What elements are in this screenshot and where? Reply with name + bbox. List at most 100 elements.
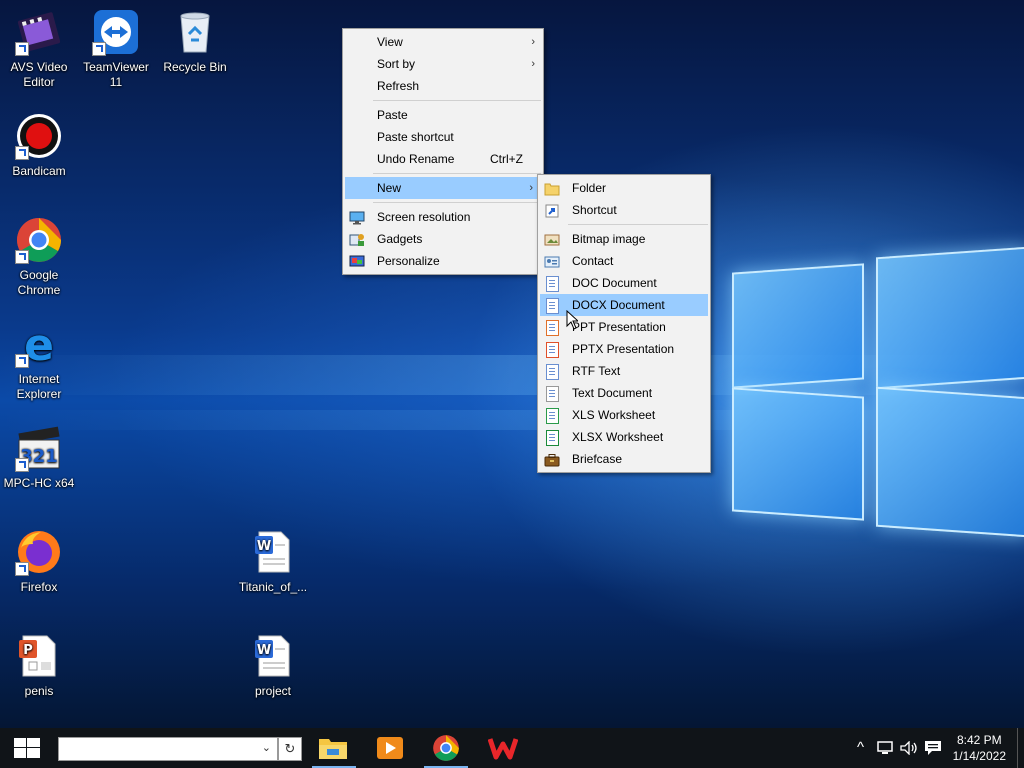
- menu-item-refresh[interactable]: Refresh: [343, 75, 543, 97]
- menu-item-label: Paste: [377, 108, 408, 122]
- film-strip-icon: [15, 8, 63, 56]
- windows-logo-icon: [14, 738, 40, 758]
- menu-item-label: Folder: [572, 181, 607, 195]
- wallpaper-beam: [0, 355, 1024, 395]
- submenu-item-folder[interactable]: Folder: [538, 177, 710, 199]
- menu-item-view[interactable]: View ›: [343, 31, 543, 53]
- wallpaper-logo-pane: [876, 246, 1024, 390]
- shortcut-arrow-icon: [92, 42, 106, 56]
- desktop-icon-label: TeamViewer 11: [83, 60, 149, 89]
- submenu-item-bitmap-image[interactable]: Bitmap image: [538, 228, 710, 250]
- menu-item-personalize[interactable]: Personalize: [343, 250, 543, 272]
- menu-item-new[interactable]: New ›: [345, 177, 541, 199]
- taskbar-google-chrome[interactable]: [420, 728, 472, 768]
- clock-time: 8:42 PM: [956, 733, 1002, 747]
- chrome-icon: [15, 216, 63, 264]
- menu-item-label: Shortcut: [572, 203, 617, 217]
- menu-item-label: Text Document: [572, 386, 653, 400]
- menu-item-label: Paste shortcut: [377, 130, 454, 144]
- menu-separator: [373, 173, 541, 174]
- taskbar-search-input[interactable]: ⌄: [58, 737, 278, 761]
- menu-item-label: Refresh: [377, 79, 420, 93]
- menu-item-gadgets[interactable]: Gadgets: [343, 228, 543, 250]
- desktop-icon-google-chrome[interactable]: Google Chrome: [0, 216, 78, 298]
- menu-item-label: Personalize: [377, 254, 440, 268]
- menu-item-sort-by[interactable]: Sort by ›: [343, 53, 543, 75]
- shortcut-arrow-icon: [15, 42, 29, 56]
- new-submenu: Folder Shortcut Bitmap image Contact DOC…: [537, 174, 711, 473]
- submenu-item-ppt-presentation[interactable]: PPT Presentation: [538, 316, 710, 338]
- wps-office-icon: [488, 738, 518, 760]
- desktop-icon-label: penis: [24, 684, 54, 698]
- pptx-file-icon: [546, 342, 559, 358]
- shortcut-arrow-icon: [15, 458, 29, 472]
- taskbar-clock[interactable]: 8:42 PM 1/14/2022: [953, 732, 1006, 764]
- presentation-file-icon: P: [15, 632, 63, 680]
- submenu-item-contact[interactable]: Contact: [538, 250, 710, 272]
- desktop-icon-label: Internet Explorer: [16, 372, 62, 401]
- desktop-icon-label: project: [254, 684, 292, 698]
- menu-item-paste[interactable]: Paste: [343, 104, 543, 126]
- desktop-icon-titanic[interactable]: W Titanic_of_...: [234, 528, 312, 595]
- desktop-icon-label: MPC-HC x64: [3, 476, 75, 490]
- xls-file-icon: [546, 408, 559, 424]
- submenu-item-xls-worksheet[interactable]: XLS Worksheet: [538, 404, 710, 426]
- submenu-item-briefcase[interactable]: Briefcase: [538, 448, 710, 470]
- desktop-icon-avs-video-editor[interactable]: AVS Video Editor: [0, 8, 78, 90]
- chevron-down-icon[interactable]: ⌄: [262, 741, 271, 754]
- desktop-icon-recycle-bin[interactable]: Recycle Bin: [156, 8, 234, 75]
- taskbar-file-explorer[interactable]: [308, 728, 360, 768]
- desktop-icon-teamviewer[interactable]: TeamViewer 11: [77, 8, 155, 90]
- wallpaper-logo-pane: [732, 387, 864, 521]
- submenu-item-xlsx-worksheet[interactable]: XLSX Worksheet: [538, 426, 710, 448]
- desktop-icon-firefox[interactable]: Firefox: [0, 528, 78, 595]
- notification-icon[interactable]: [924, 740, 942, 756]
- menu-item-undo-rename[interactable]: Undo Rename Ctrl+Z: [343, 148, 543, 170]
- submenu-item-rtf-text[interactable]: RTF Text: [538, 360, 710, 382]
- xlsx-file-icon: [546, 430, 559, 446]
- media-player-classic-icon: 321: [15, 424, 63, 472]
- wallpaper-logo-pane: [732, 263, 864, 389]
- bitmap-image-icon: [544, 232, 560, 246]
- wallpaper-beam: [0, 410, 1024, 430]
- recycle-bin-icon: [171, 8, 219, 56]
- folder-icon: [544, 181, 560, 196]
- network-icon[interactable]: [876, 741, 894, 755]
- submenu-item-doc-document[interactable]: DOC Document: [538, 272, 710, 294]
- search-refresh-button[interactable]: ↻: [278, 737, 302, 761]
- svg-text:W: W: [257, 539, 271, 554]
- text-file-icon: [546, 386, 559, 402]
- briefcase-icon: [544, 452, 560, 467]
- desktop-icon-mpc-hc[interactable]: 321 MPC-HC x64: [0, 424, 78, 491]
- menu-item-paste-shortcut[interactable]: Paste shortcut: [343, 126, 543, 148]
- menu-item-label: Screen resolution: [377, 210, 471, 224]
- show-desktop-button[interactable]: [1017, 728, 1024, 768]
- menu-item-screen-resolution[interactable]: Screen resolution: [343, 206, 543, 228]
- start-button[interactable]: [0, 728, 52, 768]
- rtf-file-icon: [546, 364, 559, 380]
- taskbar-media-player[interactable]: [364, 728, 416, 768]
- desktop-icon-penis[interactable]: P penis: [0, 632, 78, 699]
- chevron-right-icon: ›: [531, 36, 535, 48]
- volume-icon[interactable]: [900, 741, 918, 755]
- desktop-context-menu: View › Sort by › Refresh Paste Paste short…: [342, 28, 544, 275]
- desktop-icon-label: AVS Video Editor: [10, 60, 68, 89]
- submenu-item-shortcut[interactable]: Shortcut: [538, 199, 710, 221]
- menu-item-label: Bitmap image: [572, 232, 646, 246]
- taskbar-wps-office[interactable]: [476, 728, 528, 768]
- chrome-icon: [433, 735, 459, 761]
- submenu-item-pptx-presentation[interactable]: PPTX Presentation: [538, 338, 710, 360]
- desktop-icon-project[interactable]: W project: [234, 632, 312, 699]
- submenu-item-text-document[interactable]: Text Document: [538, 382, 710, 404]
- record-icon: [15, 112, 63, 160]
- desktop-icon-label: Google Chrome: [17, 268, 61, 297]
- internet-explorer-icon: e: [15, 320, 63, 371]
- contact-card-icon: [544, 254, 560, 268]
- desktop[interactable]: AVS Video Editor TeamViewer 11 Recycle B…: [0, 0, 1024, 728]
- tray-chevron-icon[interactable]: ^: [857, 728, 864, 768]
- desktop-icon-bandicam[interactable]: Bandicam: [0, 112, 78, 179]
- word-document-icon: W: [249, 528, 297, 576]
- menu-item-label: PPTX Presentation: [572, 342, 675, 356]
- menu-item-label: XLS Worksheet: [572, 408, 656, 422]
- desktop-icon-internet-explorer[interactable]: e Internet Explorer: [0, 320, 78, 402]
